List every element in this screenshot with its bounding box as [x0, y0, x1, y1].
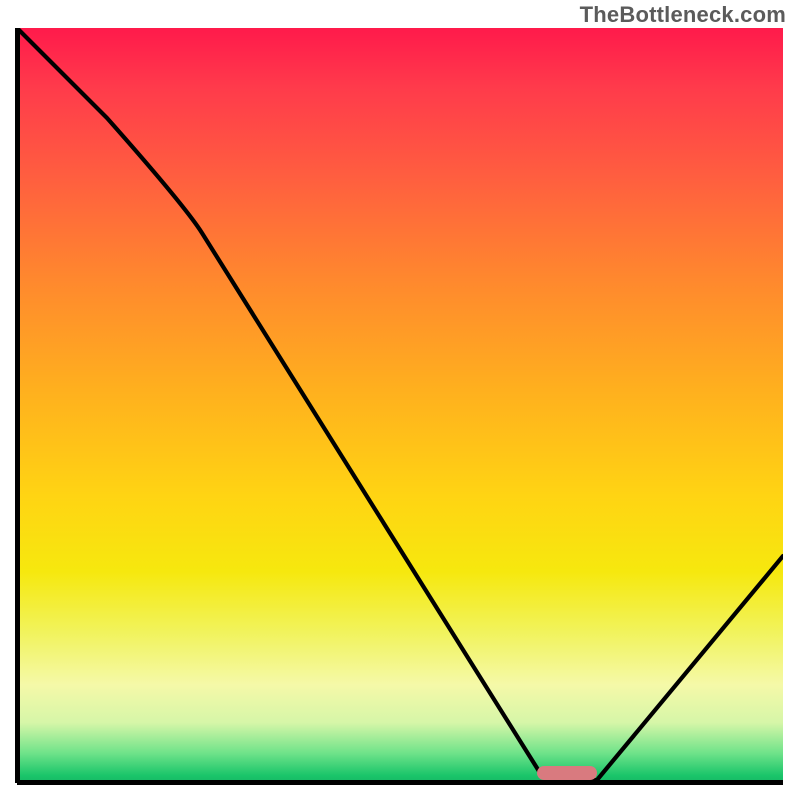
optimum-marker: [537, 766, 597, 780]
plot-area: [17, 28, 783, 783]
chart-container: TheBottleneck.com: [0, 0, 800, 800]
bottleneck-curve: [17, 28, 783, 783]
watermark-text: TheBottleneck.com: [580, 2, 786, 28]
curve-path: [17, 28, 783, 781]
